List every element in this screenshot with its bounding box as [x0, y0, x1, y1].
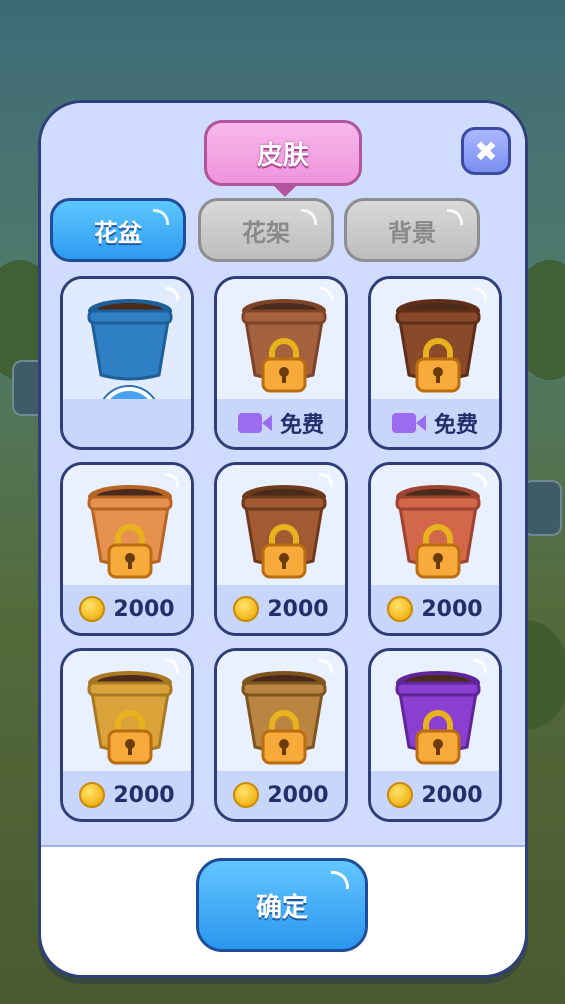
close-button[interactable]: ✖: [461, 127, 511, 175]
coin-icon: [233, 782, 260, 808]
free-label: 免费: [433, 413, 478, 438]
video-ad-icon: [237, 411, 272, 435]
price-label: 2000: [421, 782, 483, 808]
coin-icon: [233, 596, 260, 622]
price-label: 2000: [113, 596, 175, 622]
lock-icon: [415, 710, 461, 765]
lock-icon: [261, 524, 307, 579]
tab-label: 花架: [242, 218, 290, 247]
price-label: 2000: [421, 596, 483, 622]
tab-flowerpot[interactable]: 花盆: [50, 198, 186, 262]
lock-icon: [415, 524, 461, 579]
dialog-title: 皮肤: [204, 120, 362, 197]
lock-icon: [415, 338, 461, 393]
close-icon: ✖: [474, 134, 498, 168]
skin-item[interactable]: 2000: [368, 648, 502, 822]
price-label: 2000: [113, 782, 175, 808]
skin-item[interactable]: 免费: [214, 276, 348, 450]
skin-item[interactable]: 免费: [368, 276, 502, 450]
skin-item[interactable]: 2000: [60, 462, 194, 636]
coin-icon: [79, 596, 106, 622]
lock-icon: [107, 524, 153, 579]
skin-item[interactable]: 2000: [214, 648, 348, 822]
skin-grid: ✓ 免费 免费 2000 2000 2000 2000 2000 2000: [60, 276, 504, 826]
tab-label: 背景: [388, 218, 436, 247]
skin-item[interactable]: 2000: [214, 462, 348, 636]
confirm-label: 确定: [255, 892, 308, 923]
lock-icon: [261, 338, 307, 393]
tab-background[interactable]: 背景: [344, 198, 480, 262]
skin-item[interactable]: ✓: [60, 276, 194, 450]
confirm-button[interactable]: 确定: [196, 858, 368, 952]
coin-icon: [387, 596, 414, 622]
skin-item[interactable]: 2000: [60, 648, 194, 822]
coin-icon: [387, 782, 414, 808]
lock-icon: [107, 710, 153, 765]
video-ad-icon: [391, 411, 426, 435]
coin-icon: [79, 782, 106, 808]
tab-label: 花盆: [94, 218, 142, 247]
lock-icon: [261, 710, 307, 765]
price-label: 2000: [267, 596, 329, 622]
flowerpot-image: [87, 299, 173, 381]
free-label: 免费: [279, 413, 324, 438]
price-label: 2000: [267, 782, 329, 808]
tab-flowerstand[interactable]: 花架: [198, 198, 334, 262]
skin-item[interactable]: 2000: [368, 462, 502, 636]
